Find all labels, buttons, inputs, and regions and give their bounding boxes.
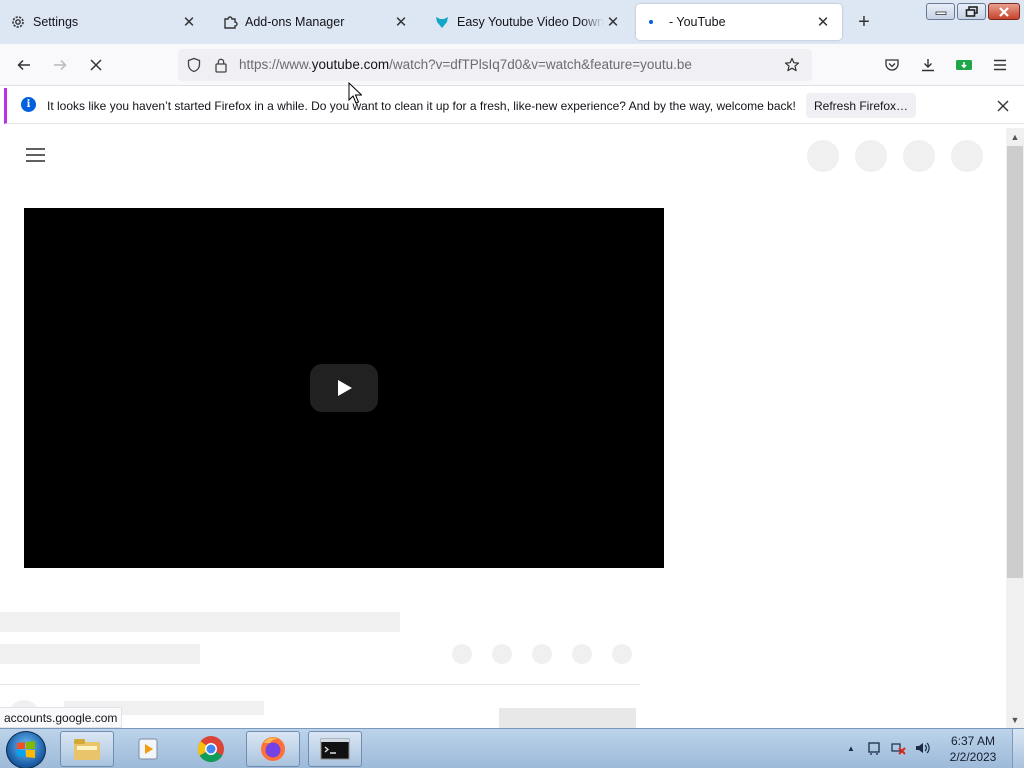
forward-button[interactable]: [46, 51, 74, 79]
stop-button[interactable]: [82, 51, 110, 79]
chrome-icon: [197, 736, 224, 763]
notification-message: It looks like you haven’t started Firefo…: [47, 99, 796, 113]
tab-title: Add-ons Manager: [245, 15, 345, 29]
url-text[interactable]: https://www.youtube.com/watch?v=dfTPlsIq…: [239, 57, 692, 72]
tab-title: Easy Youtube Video Downloa: [457, 15, 604, 29]
pocket-icon: [885, 59, 899, 71]
close-icon[interactable]: [993, 96, 1013, 116]
action-placeholder-circle: [532, 644, 552, 664]
action-center-flag-icon[interactable]: [866, 740, 882, 756]
close-window-button[interactable]: [988, 3, 1020, 20]
action-placeholder-circle: [572, 644, 592, 664]
stop-x-icon: [90, 59, 102, 71]
clock-date: 2/2/2023: [949, 750, 997, 764]
downloads-button[interactable]: [914, 51, 942, 79]
back-arrow-icon: [17, 59, 30, 71]
forward-arrow-icon: [54, 59, 67, 71]
lock-icon[interactable]: [212, 55, 230, 75]
info-icon: i: [21, 97, 36, 112]
url-bar[interactable]: https://www.youtube.com/watch?v=dfTPlsIq…: [178, 49, 812, 81]
link-status-bar: accounts.google.com: [0, 707, 123, 728]
header-placeholder-circle: [855, 140, 887, 172]
divider: [0, 684, 640, 685]
video-player[interactable]: [24, 208, 664, 568]
refresh-firefox-button[interactable]: Refresh Firefox…: [806, 93, 916, 118]
header-placeholder-circle: [903, 140, 935, 172]
volume-speaker-icon[interactable]: [914, 740, 930, 756]
vertical-scrollbar[interactable]: ▲ ▼: [1006, 128, 1024, 728]
tab-close-icon[interactable]: ✕: [392, 13, 410, 31]
taskbar-google-chrome[interactable]: [184, 731, 238, 767]
windows-taskbar: ▲ 6:37 AM 2/2/2023: [0, 728, 1024, 768]
header-placeholder-circle: [807, 140, 839, 172]
taskbar-media-player[interactable]: [122, 731, 176, 767]
tab-close-icon[interactable]: ✕: [814, 13, 832, 31]
clock-time: 6:37 AM: [950, 734, 996, 748]
windows-logo-icon: [17, 741, 35, 758]
meta-placeholder: [0, 644, 200, 664]
minimize-button[interactable]: [926, 3, 955, 20]
tab-easy-youtube-downloader[interactable]: Easy Youtube Video Downloa ✕: [424, 4, 632, 40]
network-error-icon[interactable]: [890, 740, 906, 756]
gear-icon: [10, 14, 26, 30]
scroll-down-arrow-icon[interactable]: ▼: [1006, 711, 1024, 728]
start-button[interactable]: [6, 731, 46, 768]
download-fox-icon: [434, 14, 450, 30]
pocket-button[interactable]: [878, 51, 906, 79]
system-clock[interactable]: 6:37 AM 2/2/2023: [938, 733, 1008, 765]
tracking-shield-icon[interactable]: [184, 55, 204, 75]
show-hidden-icons-arrow-icon[interactable]: ▲: [845, 742, 857, 754]
tab-close-icon[interactable]: ✕: [180, 13, 198, 31]
youtube-guide-menu-icon[interactable]: [26, 148, 46, 162]
tab-settings[interactable]: Settings ✕: [0, 4, 208, 40]
bookmark-star-icon[interactable]: [782, 55, 802, 75]
extension-green-icon: [956, 60, 972, 70]
command-prompt-icon: [320, 738, 350, 760]
show-desktop-button[interactable]: [1012, 729, 1024, 768]
scroll-up-arrow-icon[interactable]: ▲: [1006, 128, 1024, 145]
action-placeholder-circle: [612, 644, 632, 664]
play-icon: [338, 380, 352, 396]
extension-button[interactable]: [950, 51, 978, 79]
taskbar-firefox[interactable]: [246, 731, 300, 767]
back-button[interactable]: [10, 51, 38, 79]
app-menu-button[interactable]: [986, 51, 1014, 79]
play-button[interactable]: [310, 364, 378, 412]
taskbar-windows-explorer[interactable]: [60, 731, 114, 767]
restore-button[interactable]: [957, 3, 986, 20]
header-placeholder-circle: [951, 140, 983, 172]
subscribe-placeholder: [499, 708, 636, 728]
tab-addons-manager[interactable]: Add-ons Manager ✕: [212, 4, 420, 40]
action-placeholder-circle: [452, 644, 472, 664]
download-icon: [922, 59, 934, 72]
media-player-icon: [138, 738, 158, 760]
title-placeholder: [0, 612, 400, 632]
folder-icon: [74, 739, 100, 760]
puzzle-icon: [222, 14, 238, 30]
tab-strip: Settings ✕ Add-ons Manager ✕ Easy Youtub…: [0, 0, 1024, 44]
mouse-cursor-icon: [348, 82, 362, 104]
tab-close-icon[interactable]: ✕: [604, 13, 622, 31]
refresh-firefox-notification: i It looks like you haven’t started Fire…: [4, 88, 1024, 124]
youtube-page: [0, 128, 1006, 728]
tab-title: Settings: [33, 15, 79, 29]
taskbar-command-prompt[interactable]: [308, 731, 362, 767]
navigation-toolbar: https://www.youtube.com/watch?v=dfTPlsIq…: [0, 44, 1024, 86]
firefox-icon: [261, 737, 285, 761]
loading-icon: [646, 14, 662, 30]
hamburger-menu-icon: [994, 59, 1006, 71]
action-placeholder-circle: [492, 644, 512, 664]
tab-title: - YouTube: [669, 15, 726, 29]
tab-youtube[interactable]: - YouTube ✕: [636, 4, 842, 40]
scrollbar-thumb[interactable]: [1007, 146, 1023, 578]
new-tab-button[interactable]: +: [852, 10, 876, 34]
